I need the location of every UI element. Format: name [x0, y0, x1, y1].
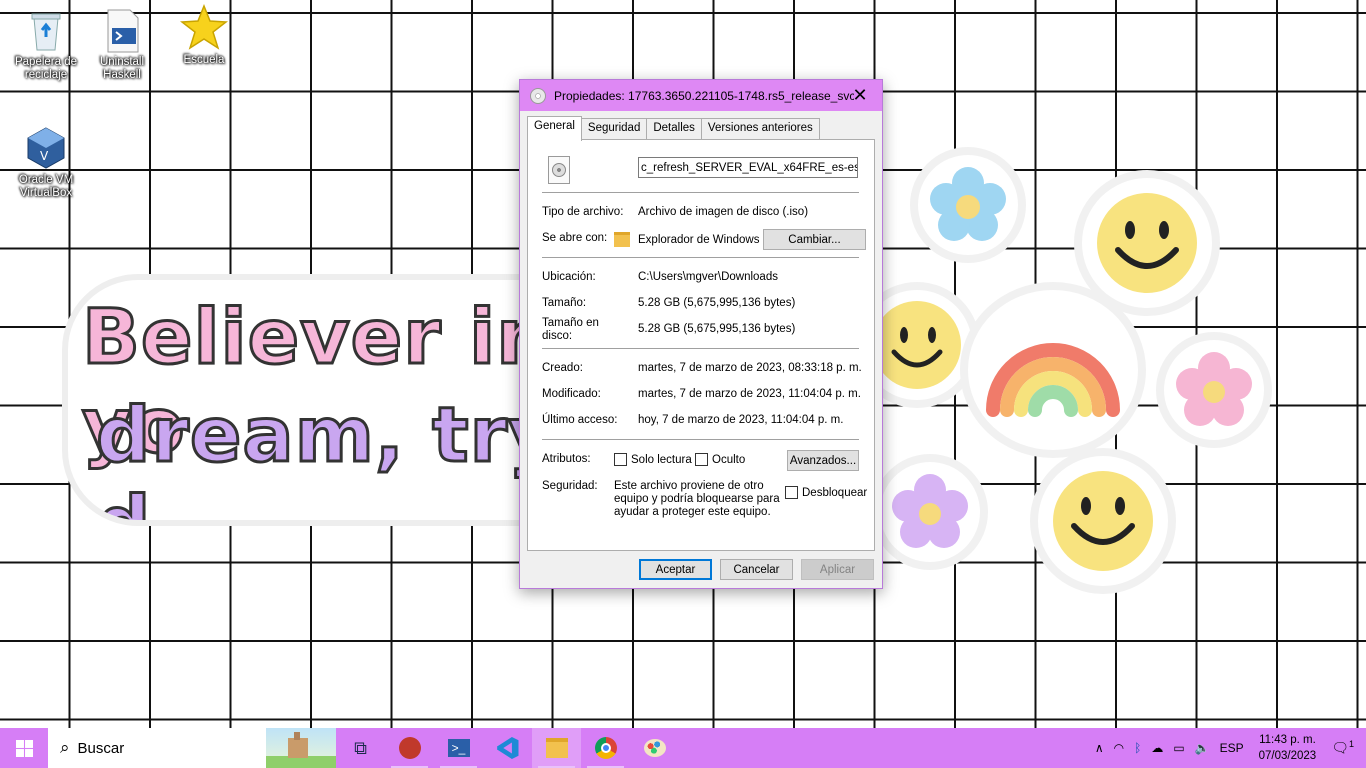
checkbox-box[interactable]	[614, 453, 627, 466]
language-indicator[interactable]: ESP	[1220, 741, 1244, 755]
speaker-icon[interactable]: 🔈	[1195, 741, 1210, 755]
network-icon[interactable]: ◠	[1114, 741, 1124, 755]
search-placeholder: Buscar	[77, 739, 125, 757]
file-explorer-icon[interactable]	[532, 728, 581, 768]
desktop-icon-virtualbox[interactable]: V Oracle VM VirtualBox	[8, 124, 84, 200]
windows-icon	[15, 739, 33, 757]
change-button[interactable]: Cambiar...	[763, 229, 866, 250]
smiley-sticker-bottom	[1038, 456, 1168, 586]
general-panel: c_refresh_SERVER_EVAL_x64FRE_es-es (1) T…	[527, 139, 875, 551]
notification-icon[interactable]: 🗨1	[1331, 739, 1354, 757]
task-view-icon[interactable]: ⧉	[336, 728, 385, 768]
star-icon	[179, 3, 229, 52]
created-value: martes, 7 de marzo de 2023, 08:33:18 p. …	[638, 362, 862, 374]
readonly-checkbox[interactable]: Solo lectura	[614, 453, 692, 466]
separator	[542, 348, 859, 349]
opens-with-app: Explorador de Windows	[638, 233, 760, 246]
vscode-icon[interactable]	[483, 728, 532, 768]
bluetooth-icon[interactable]: ᛒ	[1134, 741, 1141, 755]
quote-line-2: dream, try, d	[95, 389, 584, 521]
close-icon[interactable]: ✕	[838, 80, 882, 111]
dialog-titlebar[interactable]: Propiedades: 17763.3650.221105-1748.rs5_…	[520, 80, 882, 111]
desktop-icon-uninstall-haskell[interactable]: Uninstall Haskell	[84, 6, 160, 82]
readonly-label: Solo lectura	[631, 453, 692, 466]
modified-label: Modificado:	[542, 388, 601, 400]
rainbow-sticker	[968, 290, 1138, 450]
type-label: Tipo de archivo:	[542, 206, 624, 218]
cancel-button[interactable]: Cancelar	[720, 559, 793, 580]
size-on-disk-label: Tamaño en disco:	[542, 317, 599, 342]
clock-date: 07/03/2023	[1258, 750, 1317, 762]
modified-value: martes, 7 de marzo de 2023, 11:04:04 p. …	[638, 388, 861, 400]
accessed-value: hoy, 7 de marzo de 2023, 11:04:04 p. m.	[638, 414, 844, 426]
clock[interactable]: 11:43 p. m. 07/03/2023	[1259, 732, 1317, 764]
smiley-sticker-top	[1082, 178, 1212, 308]
game-icon[interactable]	[385, 728, 434, 768]
search-icon: ⌕	[60, 738, 70, 757]
unblock-label: Desbloquear	[802, 486, 868, 499]
unblock-checkbox[interactable]: Desbloquear	[785, 486, 867, 499]
size-value: 5.28 GB (5,675,995,136 bytes)	[638, 297, 796, 309]
flower-sticker-purple	[880, 462, 980, 562]
flower-sticker-pink	[1164, 340, 1264, 440]
created-label: Creado:	[542, 362, 583, 374]
paint-icon[interactable]	[630, 728, 679, 768]
security-label: Seguridad:	[542, 480, 598, 492]
system-tray: ∧ ◠ ᛒ ☁ ▭ 🔈 ESP 11:43 p. m. 07/03/2023 🗨…	[1090, 728, 1366, 768]
virtualbox-icon: V	[22, 124, 70, 172]
filename-input[interactable]: c_refresh_SERVER_EVAL_x64FRE_es-es (1)	[638, 157, 858, 178]
tab-general[interactable]: General	[527, 116, 582, 141]
tab-security[interactable]: Seguridad	[580, 118, 648, 140]
size-on-disk-value: 5.28 GB (5,675,995,136 bytes)	[638, 323, 796, 335]
desktop-icon-label: Papelera de reciclaje	[14, 56, 78, 81]
location-label: Ubicación:	[542, 271, 596, 283]
clock-time: 11:43 p. m.	[1259, 734, 1316, 746]
dialog-title: Propiedades: 17763.3650.221105-1748.rs5_…	[554, 88, 854, 103]
desktop-icon-label: Oracle VM VirtualBox	[18, 174, 74, 199]
opens-with-value: Explorador de Windows	[614, 232, 759, 247]
desktop-icon-recycle-bin[interactable]: Papelera de reciclaje	[8, 6, 84, 82]
folder-icon	[614, 232, 630, 247]
desktop-icon-label: Uninstall Haskell	[99, 56, 145, 81]
wallpaper-quote-sticker: Believer in yo dream, try, d	[68, 280, 588, 520]
search-highlight-image	[266, 728, 336, 768]
properties-dialog: Propiedades: 17763.3650.221105-1748.rs5_…	[519, 79, 883, 589]
ok-button[interactable]: Aceptar	[639, 559, 712, 580]
separator	[542, 257, 859, 258]
disc-file-icon	[548, 156, 570, 184]
disc-image-icon	[530, 87, 546, 104]
desktop-icon-escuela[interactable]: Escuela	[166, 3, 242, 67]
desktop-icon-label: Escuela	[183, 54, 225, 66]
chevron-up-icon[interactable]: ∧	[1095, 741, 1104, 755]
location-value: C:\Users\mgver\Downloads	[638, 271, 778, 283]
battery-icon[interactable]: ▭	[1173, 741, 1184, 755]
taskbar: ⌕ Buscar ⧉ >_ ∧ ◠ ᛒ ☁ ▭ 🔈 ESP 11:43 p. m…	[0, 728, 1366, 768]
hidden-label: Oculto	[712, 453, 746, 466]
opens-with-label: Se abre con:	[542, 232, 608, 244]
recycle-bin-icon	[22, 6, 70, 54]
flower-sticker-blue	[918, 155, 1018, 255]
chrome-icon[interactable]	[581, 728, 630, 768]
security-note: Este archivo proviene de otro equipo y p…	[614, 480, 780, 518]
tab-previous-versions[interactable]: Versiones anteriores	[700, 118, 820, 140]
advanced-button[interactable]: Avanzados...	[787, 450, 859, 471]
apply-button[interactable]: Aplicar	[801, 559, 874, 580]
type-value: Archivo de imagen de disco (.iso)	[638, 206, 809, 218]
tab-details[interactable]: Detalles	[646, 118, 702, 140]
hidden-checkbox[interactable]: Oculto	[695, 453, 745, 466]
size-label: Tamaño:	[542, 297, 587, 309]
powershell-script-icon	[98, 6, 146, 54]
tab-strip: General Seguridad Detalles Versiones ant…	[527, 116, 820, 141]
start-button[interactable]	[0, 728, 48, 768]
onedrive-icon[interactable]: ☁	[1151, 741, 1163, 755]
svg-text:V: V	[40, 149, 49, 163]
checkbox-box[interactable]	[785, 486, 798, 499]
separator	[542, 439, 859, 440]
separator	[542, 192, 859, 193]
powershell-icon[interactable]: >_	[434, 728, 483, 768]
taskbar-search-box[interactable]: ⌕ Buscar	[48, 728, 336, 768]
accessed-label: Último acceso:	[542, 414, 618, 426]
attributes-label: Atributos:	[542, 453, 591, 465]
checkbox-box[interactable]	[695, 453, 708, 466]
